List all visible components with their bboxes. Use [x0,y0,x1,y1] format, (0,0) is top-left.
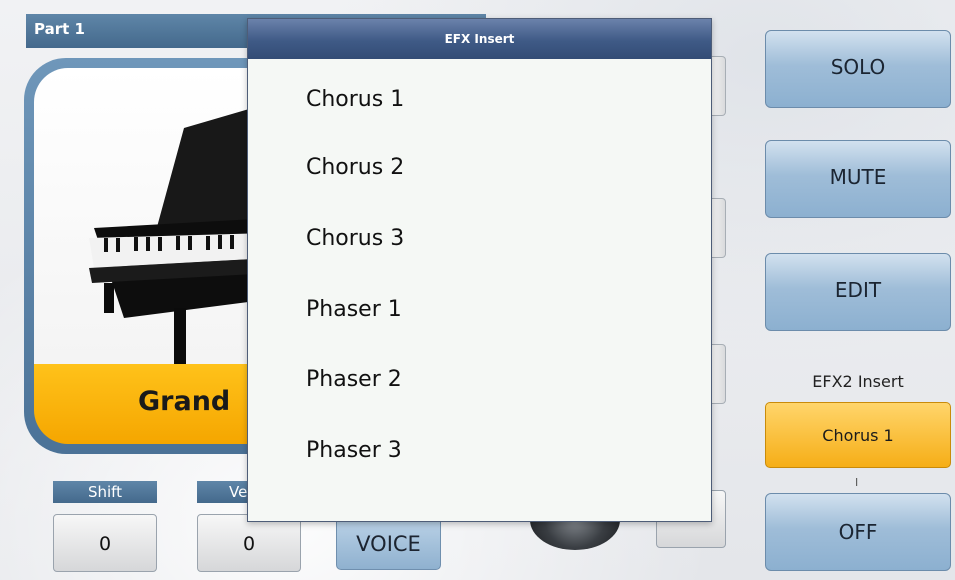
off-button[interactable]: OFF [765,493,951,571]
popup-item-phaser-2[interactable]: Phaser 2 [306,355,666,405]
popup-item-chorus-2[interactable]: Chorus 2 [306,143,666,193]
voice-name: Grand [138,386,231,417]
mute-label: MUTE [829,165,887,189]
popup-item-phaser-3[interactable]: Phaser 3 [306,426,666,476]
popup-item-chorus-1[interactable]: Chorus 1 [306,75,666,125]
solo-label: SOLO [830,55,886,79]
side-slot-2[interactable] [712,198,726,258]
popup-title: EFX Insert [248,19,711,59]
solo-button[interactable]: SOLO [765,30,951,108]
edit-label: EDIT [834,278,882,302]
edit-button[interactable]: EDIT [765,253,951,331]
popup-item-chorus-3[interactable]: Chorus 3 [306,214,666,264]
velocity-value-button[interactable]: 0 [197,514,301,572]
efx2-insert-value-button[interactable]: Chorus 1 [765,402,951,468]
voice-button[interactable]: VOICE [336,516,441,570]
shift-value-button[interactable]: 0 [53,514,157,572]
popup-item-phaser-1[interactable]: Phaser 1 [306,285,666,335]
shift-label: Shift [53,481,157,503]
mute-button[interactable]: MUTE [765,140,951,218]
side-slot-3[interactable] [712,344,726,404]
part-title: Part 1 [34,20,85,38]
off-label: OFF [838,520,878,544]
side-slot-1[interactable] [712,56,726,116]
efx-insert-popup: EFX Insert Chorus 1 Chorus 2 Chorus 3 Ph… [247,18,712,522]
text-cursor-icon: I [855,476,859,489]
efx2-insert-label: EFX2 Insert [812,372,904,391]
